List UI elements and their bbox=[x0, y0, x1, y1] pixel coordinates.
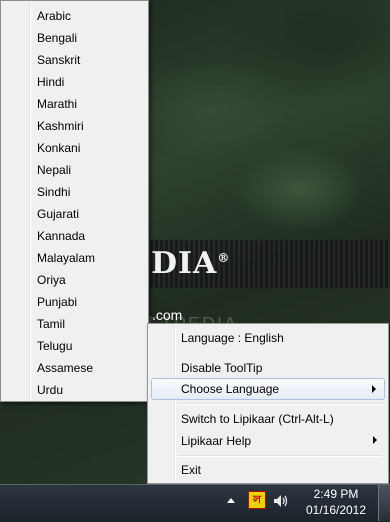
language-item-nepali[interactable]: Nepali bbox=[37, 159, 71, 181]
menu-item-switch-lipikaar[interactable]: Switch to Lipikaar (Ctrl-Alt-L) bbox=[151, 408, 385, 430]
menu-item-exit[interactable]: Exit bbox=[151, 459, 385, 481]
language-item-malayalam[interactable]: Malayalam bbox=[37, 247, 95, 269]
language-item-arabic[interactable]: Arabic bbox=[37, 5, 71, 27]
language-item-gujarati[interactable]: Gujarati bbox=[37, 203, 79, 225]
menu-item-lipikaar-help-label: Lipikaar Help bbox=[181, 434, 252, 448]
menu-separator bbox=[178, 403, 383, 405]
show-desktop-button[interactable] bbox=[378, 485, 390, 521]
chevron-right-icon bbox=[372, 385, 376, 393]
language-item-bengali[interactable]: Bengali bbox=[37, 27, 77, 49]
language-list: Arabic Bengali Sanskrit Hindi Marathi Ka… bbox=[0, 0, 149, 402]
chevron-right-icon bbox=[373, 436, 377, 444]
language-item-sanskrit[interactable]: Sanskrit bbox=[37, 49, 80, 71]
language-item-oriya[interactable]: Oriya bbox=[37, 269, 66, 291]
menu-item-choose-language[interactable]: Choose Language bbox=[151, 378, 385, 400]
menu-icon-strip bbox=[174, 326, 176, 481]
softpedia-logo: DIA® bbox=[151, 246, 230, 281]
logo-text: DIA bbox=[151, 246, 218, 281]
menu-separator bbox=[178, 455, 383, 457]
tray-context-menu: Language : English Disable ToolTip Choos… bbox=[147, 323, 389, 484]
language-item-sindhi[interactable]: Sindhi bbox=[37, 181, 70, 203]
logo-mark: ® bbox=[217, 251, 231, 265]
language-item-telugu[interactable]: Telugu bbox=[37, 335, 72, 357]
language-item-punjabi[interactable]: Punjabi bbox=[37, 291, 77, 313]
lipikaar-tray-icon[interactable]: ল bbox=[248, 491, 266, 509]
menu-item-lipikaar-help[interactable]: Lipikaar Help bbox=[151, 430, 385, 452]
clock-date[interactable]: 01/16/2012 bbox=[300, 503, 372, 517]
menu-item-language-status[interactable]: Language : English bbox=[151, 327, 385, 349]
language-item-hindi[interactable]: Hindi bbox=[37, 71, 64, 93]
language-item-kannada[interactable]: Kannada bbox=[37, 225, 85, 247]
triangle-up-icon[interactable] bbox=[227, 498, 235, 503]
menu-icon-strip bbox=[29, 1, 31, 401]
language-item-urdu[interactable]: Urdu bbox=[37, 379, 63, 401]
clock-time[interactable]: 2:49 PM bbox=[300, 487, 372, 501]
language-item-assamese[interactable]: Assamese bbox=[37, 357, 93, 379]
speaker-icon[interactable] bbox=[273, 494, 289, 508]
language-item-marathi[interactable]: Marathi bbox=[37, 93, 77, 115]
language-item-tamil[interactable]: Tamil bbox=[37, 313, 65, 335]
menu-item-choose-language-label: Choose Language bbox=[181, 382, 280, 396]
menu-item-disable-tooltip[interactable]: Disable ToolTip bbox=[151, 357, 385, 379]
language-item-konkani[interactable]: Konkani bbox=[37, 137, 80, 159]
language-item-kashmiri[interactable]: Kashmiri bbox=[37, 115, 84, 137]
